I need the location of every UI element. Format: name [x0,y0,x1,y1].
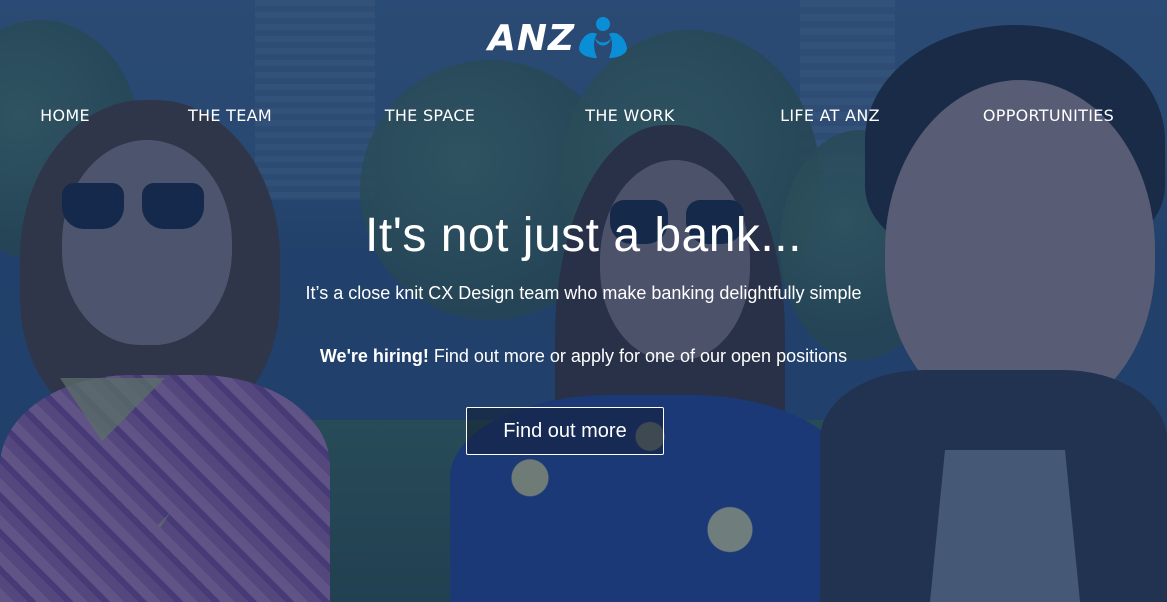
nav-item-the-work[interactable]: THE WORK [530,106,730,125]
hiring-message: We're hiring! Find out more or apply for… [0,346,1167,367]
nav-item-opportunities[interactable]: OPPORTUNITIES [930,106,1167,125]
find-out-more-button[interactable]: Find out more [466,407,664,455]
nav-item-home[interactable]: HOME [0,106,130,125]
hero-headline: It's not just a bank... [365,209,802,262]
hiring-bold-text: We're hiring! [319,346,429,366]
nav-item-the-space[interactable]: THE SPACE [330,106,530,125]
hiring-text: Find out more or apply for one of our op… [428,346,848,366]
main-nav: HOME THE TEAM THE SPACE THE WORK LIFE AT… [0,100,1167,130]
hero-subheadline: It’s a close knit CX Design team who mak… [305,283,862,303]
hero-section: ANZ HOME THE TEAM THE SPACE THE WORK LIF… [0,0,1167,602]
nav-item-life-at-anz[interactable]: LIFE AT ANZ [730,106,930,125]
nav-item-the-team[interactable]: THE TEAM [130,106,330,125]
anz-logo[interactable]: ANZ [488,12,643,64]
anz-people-icon [579,17,628,58]
logo-text: ANZ [488,17,576,59]
